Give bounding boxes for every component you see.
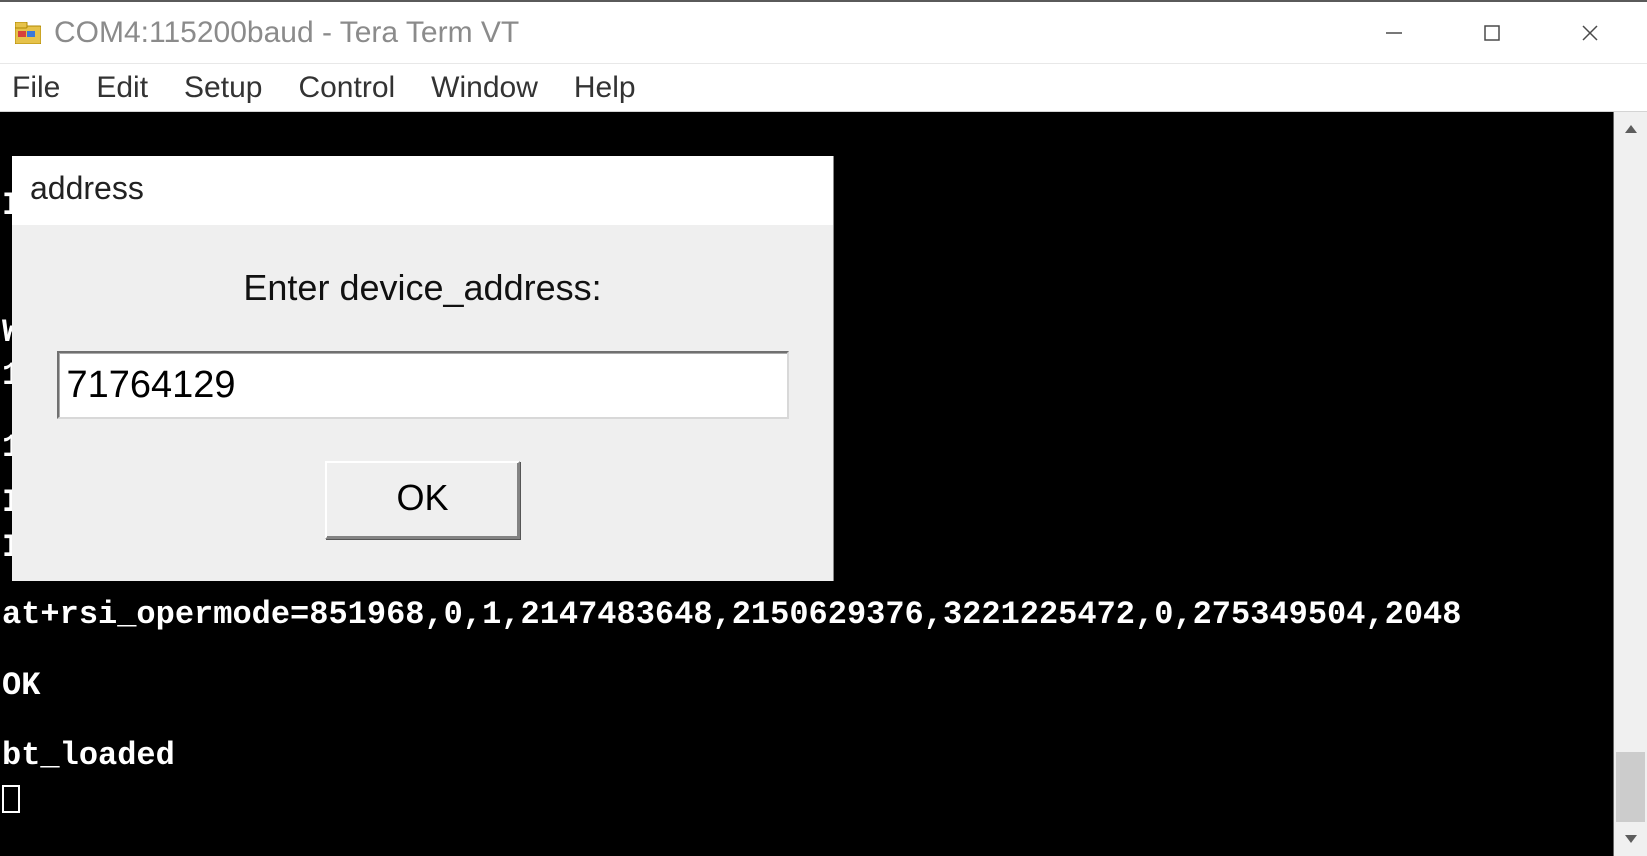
- terminal-line: OK: [2, 664, 1461, 709]
- device-address-input[interactable]: [57, 351, 789, 419]
- close-button[interactable]: [1541, 3, 1639, 63]
- window-title: COM4:115200baud - Tera Term VT: [54, 16, 1345, 50]
- terminal-cursor: [2, 785, 20, 813]
- menu-help[interactable]: Help: [568, 67, 660, 109]
- address-dialog: address Enter device_address: OK: [12, 156, 834, 581]
- menu-bar: File Edit Setup Control Window Help: [0, 64, 1647, 112]
- minimize-button[interactable]: [1345, 3, 1443, 63]
- window-controls: [1345, 3, 1639, 63]
- menu-window[interactable]: Window: [425, 67, 562, 109]
- scroll-down-arrow[interactable]: [1614, 822, 1647, 856]
- maximize-button[interactable]: [1443, 3, 1541, 63]
- terminal-line: [2, 708, 1461, 734]
- terminal-line: at+rsi_opermode=851968,0,1,2147483648,21…: [2, 593, 1461, 638]
- window-titlebar: COM4:115200baud - Tera Term VT: [0, 2, 1647, 64]
- scroll-up-arrow[interactable]: [1614, 112, 1647, 146]
- menu-file[interactable]: File: [6, 67, 84, 109]
- scroll-thumb[interactable]: [1616, 752, 1645, 822]
- menu-edit[interactable]: Edit: [90, 67, 172, 109]
- terminal-cursor-line: [2, 779, 1461, 824]
- scrollbar[interactable]: [1613, 112, 1647, 856]
- terminal-content: at+rsi_opermode=851968,0,1,2147483648,21…: [2, 593, 1461, 824]
- menu-control[interactable]: Control: [292, 67, 419, 109]
- menu-setup[interactable]: Setup: [178, 67, 286, 109]
- dialog-title: address: [12, 156, 833, 225]
- terminal-line: bt_loaded: [2, 734, 1461, 779]
- dialog-prompt: Enter device_address:: [243, 267, 601, 309]
- terminal-line: [2, 638, 1461, 664]
- scroll-track[interactable]: [1614, 146, 1647, 822]
- app-icon: [14, 19, 42, 47]
- dialog-body: Enter device_address: OK: [12, 225, 833, 581]
- ok-button[interactable]: OK: [325, 461, 520, 539]
